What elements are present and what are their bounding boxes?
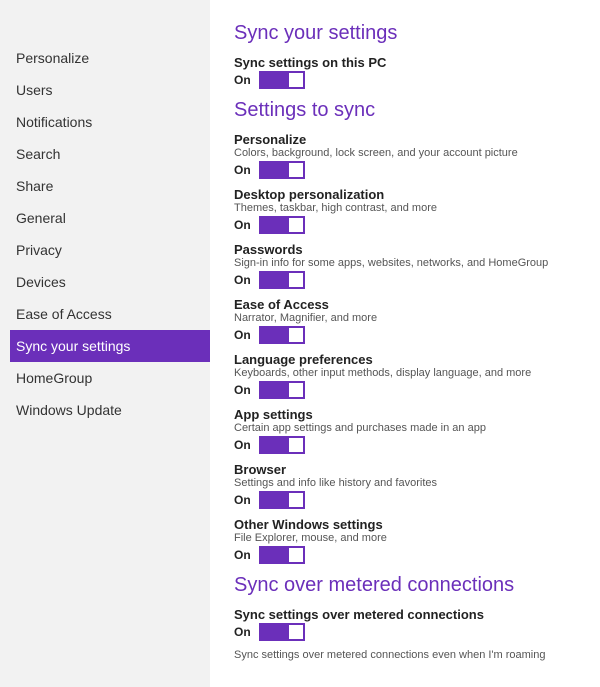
- setting-desc-desktop-personalization: Themes, taskbar, high contrast, and more: [234, 202, 580, 214]
- setting-label-other-windows-settings: Other Windows settings: [234, 517, 580, 532]
- setting-label-passwords: Passwords: [234, 242, 580, 257]
- sections-container: Sync your settings Sync settings on this …: [234, 22, 580, 661]
- toggle-knob-language-preferences: [289, 383, 303, 397]
- toggle-ease-of-access[interactable]: [259, 326, 305, 344]
- toggle-app-settings[interactable]: [259, 436, 305, 454]
- toggle-label-sync-settings-this-pc: On: [234, 73, 251, 87]
- toggle-knob-passwords: [289, 273, 303, 287]
- setting-language-preferences: Language preferencesKeyboards, other inp…: [234, 352, 580, 399]
- toggle-knob-personalize: [289, 163, 303, 177]
- setting-label-desktop-personalization: Desktop personalization: [234, 187, 580, 202]
- toggle-knob-ease-of-access: [289, 328, 303, 342]
- setting-label-sync-metered: Sync settings over metered connections: [234, 607, 580, 622]
- toggle-label-app-settings: On: [234, 438, 251, 452]
- sidebar-item-homegroup[interactable]: HomeGroup: [10, 362, 220, 394]
- setting-sync-metered-roaming: Sync settings over metered connections e…: [234, 649, 580, 661]
- sidebar-item-search[interactable]: Search: [10, 138, 220, 170]
- setting-sync-settings-this-pc: Sync settings on this PC On: [234, 55, 580, 89]
- toggle-personalize[interactable]: [259, 161, 305, 179]
- toggle-label-sync-metered: On: [234, 625, 251, 639]
- setting-label-app-settings: App settings: [234, 407, 580, 422]
- toggle-language-preferences[interactable]: [259, 381, 305, 399]
- sidebar-item-general[interactable]: General: [10, 202, 220, 234]
- section-settings-to-sync: Settings to sync PersonalizeColors, backg…: [234, 99, 580, 564]
- toggle-sync-metered[interactable]: [259, 623, 305, 641]
- section-title-settings-to-sync: Settings to sync: [234, 99, 580, 122]
- toggle-label-other-windows-settings: On: [234, 548, 251, 562]
- section-title-sync-your-settings: Sync your settings: [234, 22, 580, 45]
- sidebar-item-devices[interactable]: Devices: [10, 266, 220, 298]
- toggle-browser[interactable]: [259, 491, 305, 509]
- sidebar-item-ease-of-access[interactable]: Ease of Access: [10, 298, 220, 330]
- setting-label-sync-metered-roaming: Sync settings over metered connections e…: [234, 649, 580, 661]
- sidebar-item-share[interactable]: Share: [10, 170, 220, 202]
- toggle-label-ease-of-access: On: [234, 328, 251, 342]
- setting-browser: BrowserSettings and info like history an…: [234, 462, 580, 509]
- setting-personalize: PersonalizeColors, background, lock scre…: [234, 132, 580, 179]
- setting-label-sync-settings-this-pc: Sync settings on this PC: [234, 55, 580, 70]
- setting-label-ease-of-access: Ease of Access: [234, 297, 580, 312]
- sidebar-nav: PersonalizeUsersNotificationsSearchShare…: [16, 42, 210, 426]
- setting-desc-personalize: Colors, background, lock screen, and you…: [234, 147, 580, 159]
- toggle-label-browser: On: [234, 493, 251, 507]
- toggle-passwords[interactable]: [259, 271, 305, 289]
- setting-desc-browser: Settings and info like history and favor…: [234, 477, 580, 489]
- toggle-knob-sync-settings-this-pc: [289, 73, 303, 87]
- setting-label-language-preferences: Language preferences: [234, 352, 580, 367]
- sidebar: PersonalizeUsersNotificationsSearchShare…: [0, 0, 210, 687]
- toggle-row-desktop-personalization: On: [234, 216, 580, 234]
- setting-sync-metered: Sync settings over metered connections On: [234, 607, 580, 641]
- sidebar-item-windows-update[interactable]: Windows Update: [10, 394, 220, 426]
- setting-other-windows-settings: Other Windows settingsFile Explorer, mou…: [234, 517, 580, 564]
- setting-app-settings: App settingsCertain app settings and pur…: [234, 407, 580, 454]
- toggle-other-windows-settings[interactable]: [259, 546, 305, 564]
- setting-desc-ease-of-access: Narrator, Magnifier, and more: [234, 312, 580, 324]
- setting-desc-other-windows-settings: File Explorer, mouse, and more: [234, 532, 580, 544]
- setting-ease-of-access: Ease of AccessNarrator, Magnifier, and m…: [234, 297, 580, 344]
- toggle-label-passwords: On: [234, 273, 251, 287]
- setting-desktop-personalization: Desktop personalizationThemes, taskbar, …: [234, 187, 580, 234]
- setting-desc-app-settings: Certain app settings and purchases made …: [234, 422, 580, 434]
- section-sync-your-settings: Sync your settings Sync settings on this …: [234, 22, 580, 89]
- setting-desc-language-preferences: Keyboards, other input methods, display …: [234, 367, 580, 379]
- toggle-row-passwords: On: [234, 271, 580, 289]
- setting-label-browser: Browser: [234, 462, 580, 477]
- setting-label-personalize: Personalize: [234, 132, 580, 147]
- toggle-knob-other-windows-settings: [289, 548, 303, 562]
- toggle-desktop-personalization[interactable]: [259, 216, 305, 234]
- toggle-knob-app-settings: [289, 438, 303, 452]
- sidebar-item-personalize[interactable]: Personalize: [10, 42, 220, 74]
- toggle-knob-browser: [289, 493, 303, 507]
- section-title-sync-over-metered: Sync over metered connections: [234, 574, 580, 597]
- section-sync-over-metered: Sync over metered connections Sync settin…: [234, 574, 580, 661]
- toggle-row-ease-of-access: On: [234, 326, 580, 344]
- toggle-row-language-preferences: On: [234, 381, 580, 399]
- toggle-label-desktop-personalization: On: [234, 218, 251, 232]
- toggle-label-language-preferences: On: [234, 383, 251, 397]
- setting-passwords: PasswordsSign-in info for some apps, web…: [234, 242, 580, 289]
- sidebar-item-users[interactable]: Users: [10, 74, 220, 106]
- toggle-row-sync-metered: On: [234, 623, 580, 641]
- toggle-row-browser: On: [234, 491, 580, 509]
- setting-desc-passwords: Sign-in info for some apps, websites, ne…: [234, 257, 580, 269]
- sidebar-item-privacy[interactable]: Privacy: [10, 234, 220, 266]
- toggle-row-personalize: On: [234, 161, 580, 179]
- toggle-label-personalize: On: [234, 163, 251, 177]
- toggle-row-other-windows-settings: On: [234, 546, 580, 564]
- sidebar-item-sync-your-settings[interactable]: Sync your settings: [10, 330, 220, 362]
- toggle-row-app-settings: On: [234, 436, 580, 454]
- toggle-knob-desktop-personalization: [289, 218, 303, 232]
- toggle-knob-sync-metered: [289, 625, 303, 639]
- sidebar-item-notifications[interactable]: Notifications: [10, 106, 220, 138]
- toggle-row-sync-settings-this-pc: On: [234, 71, 580, 89]
- main-content: Sync your settings Sync settings on this …: [210, 0, 600, 687]
- toggle-sync-settings-this-pc[interactable]: [259, 71, 305, 89]
